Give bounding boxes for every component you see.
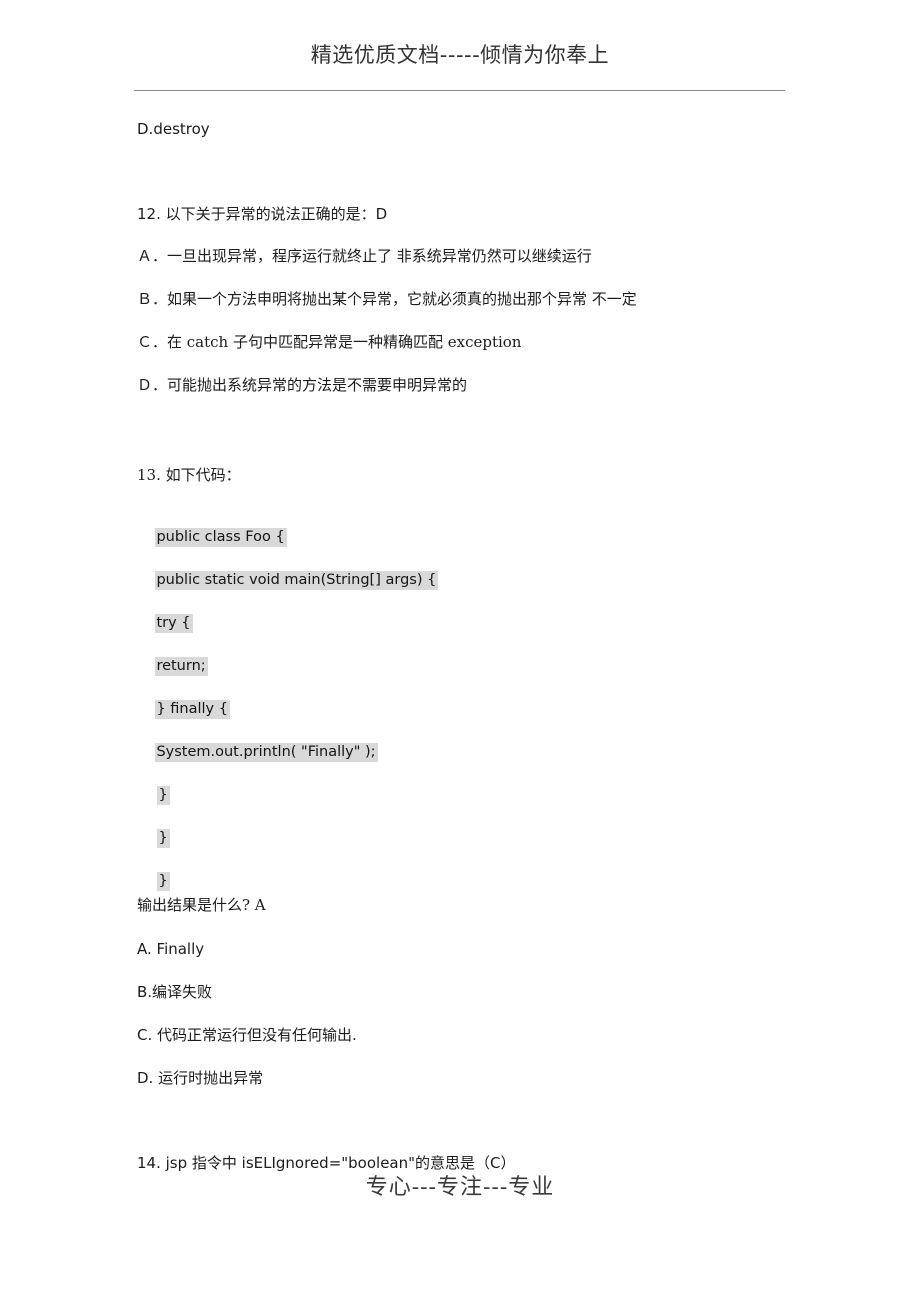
code-line-6: System.out.println( "Finally" ); <box>137 722 378 782</box>
header-divider <box>134 90 785 91</box>
footer-watermark-text: 专心---专注---专业 <box>365 1175 555 1200</box>
question-13-prompt: 输出结果是什么? A <box>137 896 266 914</box>
code-text: } <box>157 786 170 805</box>
question-13-stem: 13. 如下代码： <box>137 466 241 484</box>
page-footer: 专心---专注---专业 <box>0 1172 920 1204</box>
code-text: } finally { <box>155 700 230 719</box>
question-13-option-a: A. Finally <box>137 940 205 958</box>
code-text: System.out.println( "Finally" ); <box>155 743 378 762</box>
code-text: } <box>157 872 170 891</box>
question-12-option-b: Ｂ．如果一个方法申明将抛出某个异常，它就必须真的抛出那个异常 不一定 <box>137 290 637 308</box>
question-14-stem: 14. jsp 指令中 isELIgnored="boolean"的意思是（C） <box>137 1154 516 1172</box>
question-12-option-d: Ｄ．可能抛出系统异常的方法是不需要申明异常的 <box>137 376 468 394</box>
code-text: public static void main(String[] args) { <box>155 571 439 590</box>
question-13-option-b: B.编译失败 <box>137 983 213 1001</box>
question-12-stem: 12. 以下关于异常的说法正确的是：D <box>137 205 388 223</box>
previous-question-option-d: D.destroy <box>137 120 210 138</box>
question-13-option-d: D. 运行时抛出异常 <box>137 1069 264 1087</box>
question-13-option-c: C. 代码正常运行但没有任何输出. <box>137 1026 357 1044</box>
question-12-option-a: Ａ．一旦出现异常，程序运行就终止了 非系统异常仍然可以继续运行 <box>137 247 592 265</box>
code-text: return; <box>155 657 208 676</box>
header-watermark-text: 精选优质文档-----倾情为你奉上 <box>310 43 610 67</box>
code-text: try { <box>155 614 193 633</box>
code-text: } <box>157 829 170 848</box>
question-12-option-c: Ｃ．在 catch 子句中匹配异常是一种精确匹配 exception <box>137 333 522 351</box>
code-text: public class Foo { <box>155 528 287 547</box>
document-page: 精选优质文档-----倾情为你奉上 D.destroy 12. 以下关于异常的说… <box>0 0 920 1302</box>
page-header: 精选优质文档-----倾情为你奉上 <box>134 40 786 70</box>
